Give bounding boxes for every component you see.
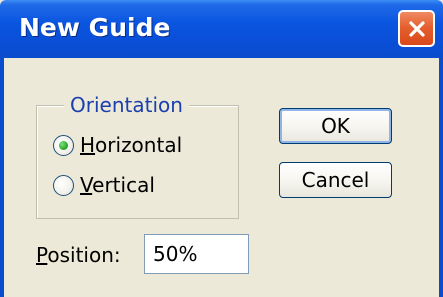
close-icon — [408, 20, 425, 37]
dialog-content: Orientation Horizontal Vertical OK Cance… — [4, 58, 439, 297]
position-input[interactable] — [144, 234, 249, 274]
orientation-legend: Orientation — [64, 92, 189, 118]
label-rest-vertical: ertical — [92, 173, 155, 197]
mnemonic-p: P — [36, 243, 48, 267]
position-label: Position: — [36, 242, 121, 268]
radio-vertical[interactable]: Vertical — [53, 170, 155, 200]
window-frame-right — [439, 58, 443, 297]
radio-label-vertical[interactable]: Vertical — [80, 172, 155, 198]
radio-button-horizontal[interactable] — [53, 134, 74, 156]
dialog-title: New Guide — [19, 13, 171, 42]
title-bar[interactable]: New Guide — [0, 0, 443, 58]
orientation-group — [36, 105, 239, 219]
cancel-button[interactable]: Cancel — [279, 162, 392, 198]
position-label-rest: osition: — [47, 243, 121, 267]
radio-button-vertical[interactable] — [53, 174, 74, 196]
close-button[interactable] — [398, 10, 435, 47]
ok-button[interactable]: OK — [279, 108, 392, 144]
radio-horizontal[interactable]: Horizontal — [53, 130, 182, 160]
label-rest-horizontal: orizontal — [95, 133, 183, 157]
mnemonic-h: H — [80, 133, 96, 157]
radio-label-horizontal[interactable]: Horizontal — [80, 132, 182, 158]
mnemonic-v: V — [80, 173, 93, 197]
radio-selected-dot — [59, 140, 68, 150]
new-guide-dialog: New Guide Orientation Horizontal Vertica… — [0, 0, 443, 297]
